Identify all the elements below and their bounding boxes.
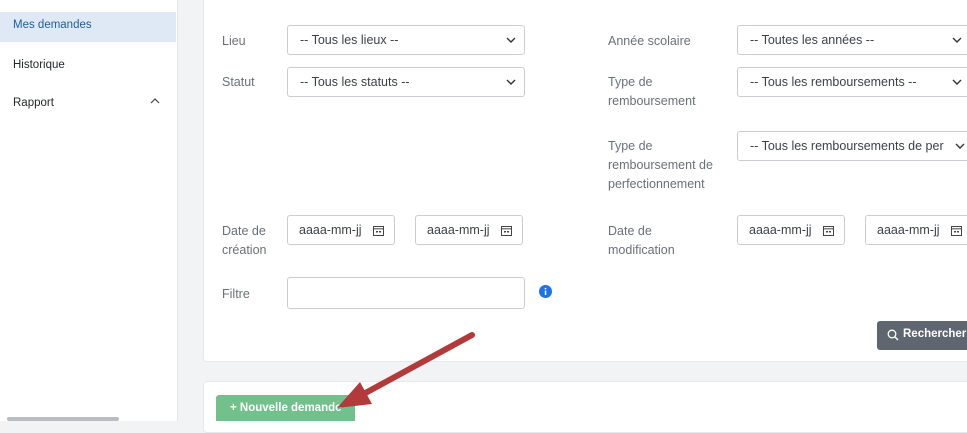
search-button[interactable]: Rechercher bbox=[877, 321, 967, 350]
filtre-label: Filtre bbox=[222, 287, 250, 301]
type-perfectionnement-select[interactable]: -- Tous les remboursements de per bbox=[737, 131, 967, 161]
date-modification-to-input[interactable]: aaaa-mm-jj bbox=[865, 215, 967, 245]
date-placeholder: aaaa-mm-jj bbox=[299, 223, 362, 237]
sidebar-item-rapport[interactable]: Rapport bbox=[0, 92, 176, 114]
perf-label-line1: Type de bbox=[608, 139, 653, 153]
date-placeholder: aaaa-mm-jj bbox=[877, 223, 940, 237]
type-remboursement-select-value: -- Tous les remboursements -- bbox=[750, 75, 917, 89]
date-creation-label-line2: création bbox=[222, 243, 267, 257]
date-placeholder: aaaa-mm-jj bbox=[427, 223, 490, 237]
chevron-down-icon bbox=[955, 143, 965, 149]
search-button-label: Rechercher bbox=[903, 328, 967, 340]
search-icon bbox=[887, 329, 899, 341]
date-placeholder: aaaa-mm-jj bbox=[749, 223, 812, 237]
statut-select[interactable]: -- Tous les statuts -- bbox=[287, 67, 525, 97]
new-request-button-label: + Nouvelle demande bbox=[230, 402, 342, 414]
info-icon[interactable] bbox=[539, 285, 552, 298]
annee-select[interactable]: -- Toutes les années -- bbox=[737, 25, 967, 55]
chevron-down-icon bbox=[506, 37, 516, 43]
statut-label: Statut bbox=[222, 75, 255, 89]
chevron-down-icon bbox=[952, 79, 962, 85]
chevron-down-icon bbox=[506, 79, 516, 85]
perf-label-line3: perfectionnement bbox=[608, 177, 705, 191]
type-remboursement-select[interactable]: -- Tous les remboursements -- bbox=[737, 67, 967, 97]
type-perfectionnement-select-value: -- Tous les remboursements de per bbox=[750, 139, 944, 153]
date-modification-from-input[interactable]: aaaa-mm-jj bbox=[737, 215, 845, 245]
chevron-down-icon bbox=[952, 37, 962, 43]
sidebar-item-label: Rapport bbox=[13, 97, 54, 109]
statut-select-value: -- Tous les statuts -- bbox=[300, 75, 410, 89]
sidebar-item-historique[interactable]: Historique bbox=[0, 54, 176, 76]
sidebar-item-label: Mes demandes bbox=[13, 19, 92, 31]
annee-select-value: -- Toutes les années -- bbox=[750, 33, 875, 47]
calendar-icon[interactable] bbox=[951, 225, 962, 236]
calendar-icon[interactable] bbox=[823, 225, 834, 236]
calendar-icon[interactable] bbox=[501, 225, 512, 236]
annee-label: Année scolaire bbox=[608, 34, 691, 48]
chevron-up-icon[interactable] bbox=[149, 96, 161, 106]
sidebar: Mes demandes Historique Rapport bbox=[0, 0, 178, 421]
new-request-button[interactable]: + Nouvelle demande bbox=[216, 395, 355, 421]
date-modification-label-line1: Date de bbox=[608, 224, 652, 238]
lieu-select-value: -- Tous les lieux -- bbox=[300, 33, 399, 47]
date-creation-to-input[interactable]: aaaa-mm-jj bbox=[415, 215, 523, 245]
type-remboursement-label-line1: Type de bbox=[608, 75, 653, 89]
sidebar-scrollbar[interactable] bbox=[7, 417, 119, 421]
filtre-input[interactable] bbox=[287, 277, 525, 309]
sidebar-item-mes-demandes[interactable]: Mes demandes bbox=[0, 12, 176, 42]
date-creation-label-line1: Date de bbox=[222, 224, 266, 238]
calendar-icon[interactable] bbox=[373, 225, 384, 236]
lieu-label: Lieu bbox=[222, 34, 246, 48]
perf-label-line2: remboursement de bbox=[608, 158, 713, 172]
lieu-select[interactable]: -- Tous les lieux -- bbox=[287, 25, 525, 55]
type-remboursement-label-line2: remboursement bbox=[608, 94, 696, 108]
date-modification-label-line2: modification bbox=[608, 243, 675, 257]
sidebar-item-label: Historique bbox=[13, 59, 65, 71]
date-creation-from-input[interactable]: aaaa-mm-jj bbox=[287, 215, 395, 245]
